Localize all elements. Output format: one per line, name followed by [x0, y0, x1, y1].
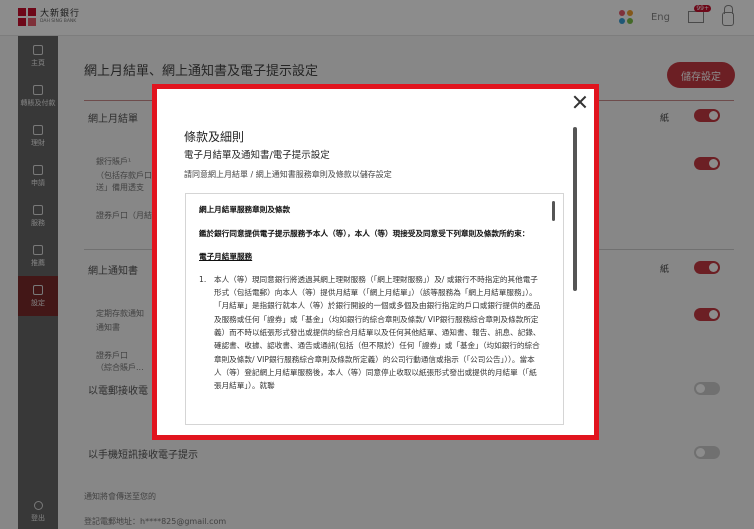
- modal-scrollbar[interactable]: [573, 127, 577, 291]
- modal-description: 請同意網上月結單 / 網上通知書服務章則及條款以儲存設定: [184, 170, 392, 179]
- terms-scroll-box[interactable]: 網上月結單服務章則及條款 鑑於銀行同意提供電子提示服務予本人（等），本人（等）現…: [185, 193, 564, 425]
- terms-scrollbar[interactable]: [552, 201, 555, 221]
- terms-heading: 網上月結單服務章則及條款: [199, 205, 291, 214]
- modal-title: 條款及細則: [184, 130, 245, 144]
- terms-section-title: 電子月結單服務: [199, 251, 253, 261]
- close-icon[interactable]: [572, 94, 588, 110]
- terms-item-text: 本人（等）現同意銀行將透過其網上理財服務（「網上理財服務」）及/ 或銀行不時指定…: [214, 274, 541, 391]
- terms-intro: 鑑於銀行同意提供電子提示服務予本人（等），本人（等）現接受及同意受下列章則及條款…: [199, 229, 530, 239]
- terms-item-number: 1.: [199, 274, 207, 284]
- modal-subtitle: 電子月結單及通知書/電子提示設定: [184, 150, 330, 161]
- terms-modal: 條款及細則 電子月結單及通知書/電子提示設定 請同意網上月結單 / 網上通知書服…: [152, 84, 599, 440]
- terms-item: 1. 本人（等）現同意銀行將透過其網上理財服務（「網上理財服務」）及/ 或銀行不…: [199, 273, 542, 393]
